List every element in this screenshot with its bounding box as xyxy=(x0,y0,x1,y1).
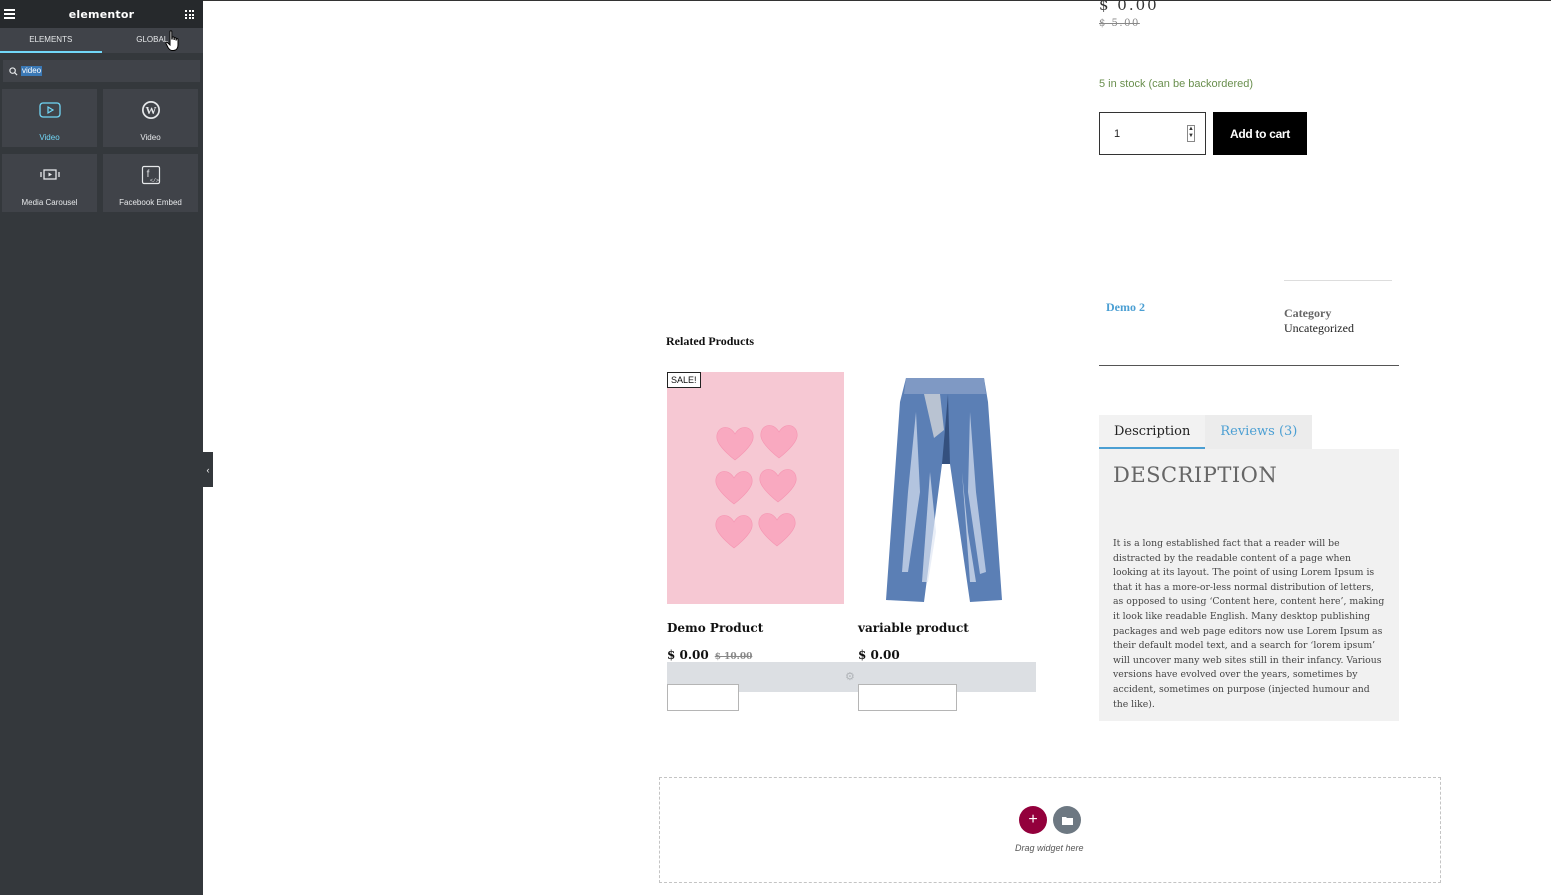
hearts-image xyxy=(667,372,844,604)
tab-description[interactable]: Description xyxy=(1099,415,1206,449)
related-products-title: Related Products xyxy=(666,334,755,348)
media-carousel-icon xyxy=(39,165,61,185)
chevron-left-icon: ‹ xyxy=(206,464,210,475)
tab-global[interactable]: GLOBAL xyxy=(102,28,204,53)
svg-text:</>: </> xyxy=(149,178,158,184)
elementor-logo: elementor xyxy=(68,7,135,21)
add-section-button[interactable]: + xyxy=(1019,806,1047,834)
product-price: $ 0.00 xyxy=(1099,0,1159,14)
panel-collapse-toggle[interactable]: ‹ xyxy=(203,452,213,487)
product-tag-link[interactable]: Demo 2 xyxy=(1106,300,1145,315)
quantity-input[interactable]: 1 ▲ ▼ xyxy=(1099,112,1206,155)
panel-header: elementor xyxy=(0,0,203,28)
related-product-card[interactable]: SALE! Demo Product $ 0.00 $ 10.00 xyxy=(667,372,844,662)
youtube-play-icon xyxy=(38,100,61,120)
product-image-hearts[interactable]: SALE! xyxy=(667,372,844,604)
stock-status: 5 in stock (can be backordered) xyxy=(1099,78,1254,90)
product-button-placeholder[interactable] xyxy=(667,684,739,711)
drag-placeholder-icon: ⚙ xyxy=(845,671,855,683)
widget-video-wordpress[interactable]: W Video xyxy=(103,89,198,147)
hand-cursor-icon xyxy=(165,30,179,51)
widget-search[interactable]: video xyxy=(3,60,200,82)
elementor-panel: elementor ELEMENTS GLOBAL video Video W xyxy=(0,0,203,895)
meta-divider xyxy=(1284,280,1392,281)
widget-video-elementor[interactable]: Video xyxy=(2,89,97,147)
folder-icon xyxy=(1061,816,1073,825)
wordpress-icon: W xyxy=(141,100,161,120)
category-value[interactable]: Uncategorized xyxy=(1284,321,1354,336)
search-input[interactable]: video xyxy=(21,66,43,76)
widget-grid: Video W Video Media Carousel f </> Facebo… xyxy=(2,89,203,212)
jeans-image xyxy=(858,372,1035,604)
apps-grid-icon[interactable] xyxy=(185,10,194,19)
svg-text:W: W xyxy=(145,105,156,117)
add-template-button[interactable] xyxy=(1053,806,1081,834)
product-price: $ 0.00 xyxy=(858,648,900,662)
widget-label: Media Carousel xyxy=(21,198,78,207)
tab-elements[interactable]: ELEMENTS xyxy=(0,28,102,53)
sale-badge: SALE! xyxy=(667,372,701,388)
widget-label: Video xyxy=(140,133,161,142)
facebook-embed-icon: f </> xyxy=(141,165,161,185)
add-section-dropzone[interactable] xyxy=(659,777,1441,883)
canvas-top-border xyxy=(203,0,1551,1)
drag-widget-hint: Drag widget here xyxy=(1015,843,1084,853)
widget-media-carousel[interactable]: Media Carousel xyxy=(2,154,97,212)
product-old-price: $ 10.00 xyxy=(714,652,753,662)
product-price: $ 0.00 xyxy=(667,648,709,662)
search-icon xyxy=(9,66,18,76)
description-title: DESCRIPTION xyxy=(1113,463,1278,487)
product-price-row: $ 0.00 $ 10.00 xyxy=(667,648,752,662)
related-product-card[interactable]: variable product $ 0.00 xyxy=(858,372,1035,662)
widget-label: Video xyxy=(39,133,60,142)
product-tabs: Description Reviews (3) xyxy=(1099,415,1313,449)
add-to-cart-button[interactable]: Add to cart xyxy=(1213,112,1307,155)
meta-divider xyxy=(1099,365,1399,366)
category-label: Category xyxy=(1284,306,1332,320)
product-name[interactable]: Demo Product xyxy=(667,621,763,635)
widget-label: Facebook Embed xyxy=(119,198,182,207)
menu-icon[interactable] xyxy=(4,9,15,19)
description-text: It is a long established fact that a rea… xyxy=(1113,538,1385,710)
product-name[interactable]: variable product xyxy=(858,621,969,635)
widget-facebook-embed[interactable]: f </> Facebook Embed xyxy=(103,154,198,212)
quantity-stepper[interactable]: ▲ ▼ xyxy=(1187,125,1195,142)
product-image-jeans[interactable] xyxy=(858,372,1035,604)
tab-reviews[interactable]: Reviews (3) xyxy=(1205,415,1313,449)
product-button-placeholder[interactable] xyxy=(858,684,957,711)
description-panel: DESCRIPTION It is a long established fac… xyxy=(1099,449,1399,721)
product-price-row: $ 0.00 xyxy=(858,648,900,662)
quantity-value: 1 xyxy=(1114,127,1121,140)
product-old-price: $ 5.00 xyxy=(1099,18,1140,29)
